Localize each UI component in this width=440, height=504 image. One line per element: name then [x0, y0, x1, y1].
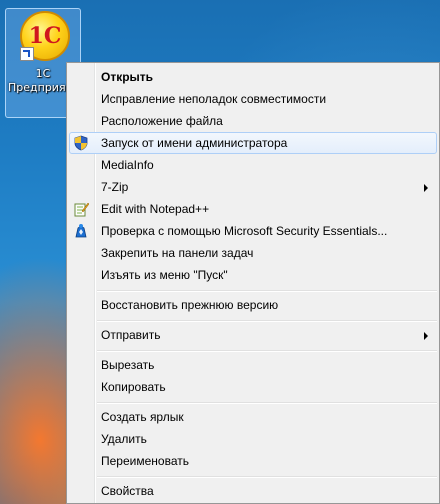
desktop: 1С 1С Предприятие Открыть Исправление не…: [0, 0, 440, 504]
menu-item-label: Свойства: [101, 484, 154, 498]
menu-item-open-file-location[interactable]: Расположение файла: [69, 110, 437, 132]
menu-item-label: Переименовать: [101, 454, 189, 468]
menu-item-troubleshoot-compatibility[interactable]: Исправление неполадок совместимости: [69, 88, 437, 110]
menu-item-label: Edit with Notepad++: [101, 202, 210, 216]
menu-item-delete[interactable]: Удалить: [69, 428, 437, 450]
logo-text: 1С: [28, 23, 62, 49]
menu-item-restore-previous-versions[interactable]: Восстановить прежнюю версию: [69, 294, 437, 316]
menu-item-label: Отправить: [101, 328, 161, 342]
menu-item-label: Расположение файла: [101, 114, 223, 128]
menu-item-unpin-from-start-menu[interactable]: Изъять из меню "Пуск": [69, 264, 437, 286]
menu-item-mediainfo[interactable]: MediaInfo: [69, 154, 437, 176]
menu-separator: [97, 402, 437, 404]
uac-shield-icon: [73, 135, 89, 151]
submenu-arrow-icon: [424, 184, 428, 192]
menu-item-properties[interactable]: Свойства: [69, 480, 437, 502]
menu-item-edit-with-notepad-plus-plus[interactable]: Edit with Notepad++: [69, 198, 437, 220]
menu-item-label: Копировать: [101, 380, 166, 394]
menu-item-run-as-administrator[interactable]: Запуск от имени администратора: [69, 132, 437, 154]
menu-item-scan-security-essentials[interactable]: Проверка с помощью Microsoft Security Es…: [69, 220, 437, 242]
menu-item-label: Открыть: [101, 70, 154, 84]
menu-item-label: Исправление неполадок совместимости: [101, 92, 327, 106]
menu-item-7zip[interactable]: 7-Zip: [69, 176, 437, 198]
menu-separator: [97, 320, 437, 322]
menu-item-label: Запуск от имени администратора: [101, 136, 288, 150]
notepad-plus-plus-icon: [73, 201, 90, 217]
menu-item-label: Вырезать: [101, 358, 155, 372]
menu-separator: [97, 476, 437, 478]
menu-item-open[interactable]: Открыть: [69, 66, 437, 88]
shortcut-arrow-icon: [20, 47, 34, 61]
menu-item-label: Закрепить на панели задач: [101, 246, 254, 260]
menu-item-label: Удалить: [101, 432, 147, 446]
menu-item-send-to[interactable]: Отправить: [69, 324, 437, 346]
menu-item-label: 7-Zip: [101, 180, 129, 194]
submenu-arrow-icon: [424, 332, 428, 340]
menu-item-create-shortcut[interactable]: Создать ярлык: [69, 406, 437, 428]
menu-item-cut[interactable]: Вырезать: [69, 354, 437, 376]
context-menu: Открыть Исправление неполадок совместимо…: [66, 62, 440, 504]
security-essentials-icon: [73, 223, 89, 239]
menu-item-copy[interactable]: Копировать: [69, 376, 437, 398]
menu-item-label: Создать ярлык: [101, 410, 184, 424]
menu-item-pin-to-taskbar[interactable]: Закрепить на панели задач: [69, 242, 437, 264]
menu-item-label: Восстановить прежнюю версию: [101, 298, 279, 312]
menu-separator: [97, 290, 437, 292]
menu-item-label: Изъять из меню "Пуск": [101, 268, 228, 282]
menu-separator: [97, 350, 437, 352]
menu-item-label: MediaInfo: [101, 158, 154, 172]
menu-item-rename[interactable]: Переименовать: [69, 450, 437, 472]
menu-item-label: Проверка с помощью Microsoft Security Es…: [101, 224, 388, 238]
